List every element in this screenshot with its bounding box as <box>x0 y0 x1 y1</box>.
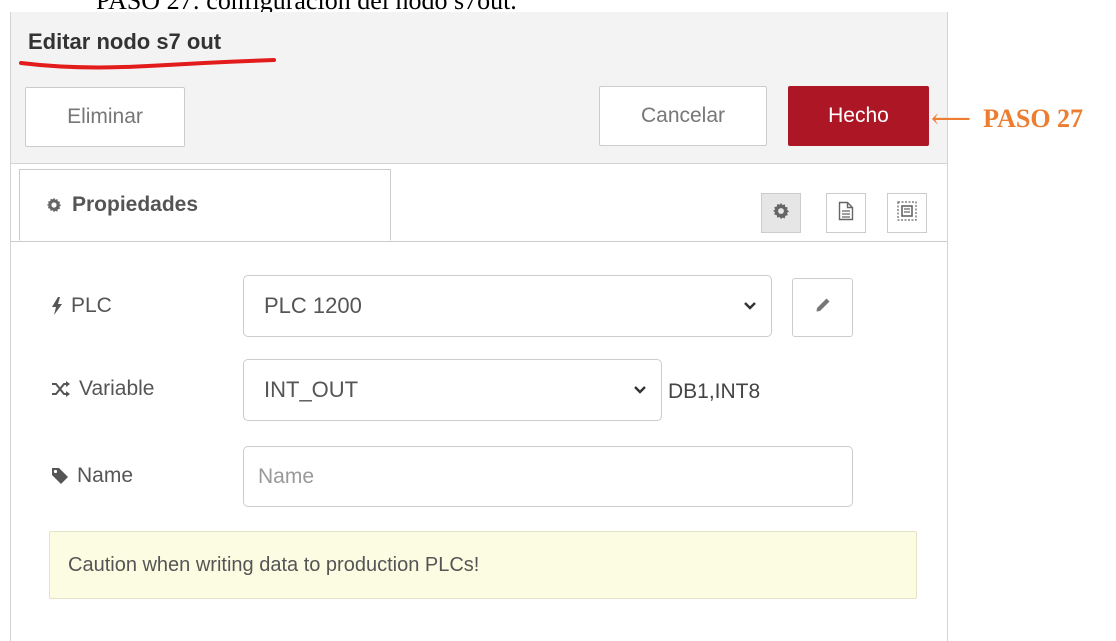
node-appearance-button[interactable] <box>887 193 927 233</box>
appearance-icon <box>896 200 918 227</box>
plc-label: PLC <box>51 294 112 318</box>
cog-icon <box>46 197 62 213</box>
name-label-text: Name <box>77 464 134 487</box>
node-properties-button[interactable] <box>761 193 801 233</box>
name-label: Name <box>51 464 133 488</box>
caution-warning: Caution when writing data to production … <box>49 531 917 599</box>
shuffle-icon <box>51 381 71 397</box>
node-description-button[interactable] <box>826 193 866 233</box>
variable-label-text: Variable <box>79 377 155 400</box>
tag-icon <box>51 467 69 485</box>
variable-select-value: INT_OUT <box>264 377 359 402</box>
chevron-down-icon <box>743 301 757 311</box>
edit-node-panel: Editar nodo s7 out Eliminar Cancelar Hec… <box>10 12 948 641</box>
red-underline-annotation <box>19 58 276 70</box>
left-arrow-icon: ⟵ <box>931 104 972 135</box>
name-input[interactable] <box>243 446 853 507</box>
tab-properties[interactable]: Propiedades <box>19 169 391 241</box>
done-button[interactable]: Hecho <box>788 86 929 146</box>
edit-plc-button[interactable] <box>792 278 853 337</box>
plc-label-text: PLC <box>71 294 112 317</box>
variable-label: Variable <box>51 377 155 401</box>
document-icon <box>838 201 854 226</box>
panel-header: Editar nodo s7 out Eliminar Cancelar Hec… <box>11 12 947 164</box>
variable-address: DB1,INT8 <box>668 380 761 403</box>
plc-select-value: PLC 1200 <box>264 293 362 318</box>
step-annotation: ⟵ PASO 27 <box>931 102 1083 136</box>
step-annotation-text: PASO 27 <box>983 104 1084 133</box>
tab-properties-label: Propiedades <box>72 193 199 216</box>
cancel-button[interactable]: Cancelar <box>599 86 767 146</box>
plc-select[interactable]: PLC 1200 <box>243 275 772 337</box>
tab-bar: Propiedades <box>11 163 947 242</box>
delete-button[interactable]: Eliminar <box>25 87 185 147</box>
bolt-icon <box>51 297 63 315</box>
panel-title: Editar nodo s7 out <box>28 29 222 54</box>
pencil-icon <box>815 297 831 318</box>
cog-icon <box>772 202 790 225</box>
chevron-down-icon <box>633 385 647 395</box>
variable-select[interactable]: INT_OUT <box>243 359 662 421</box>
